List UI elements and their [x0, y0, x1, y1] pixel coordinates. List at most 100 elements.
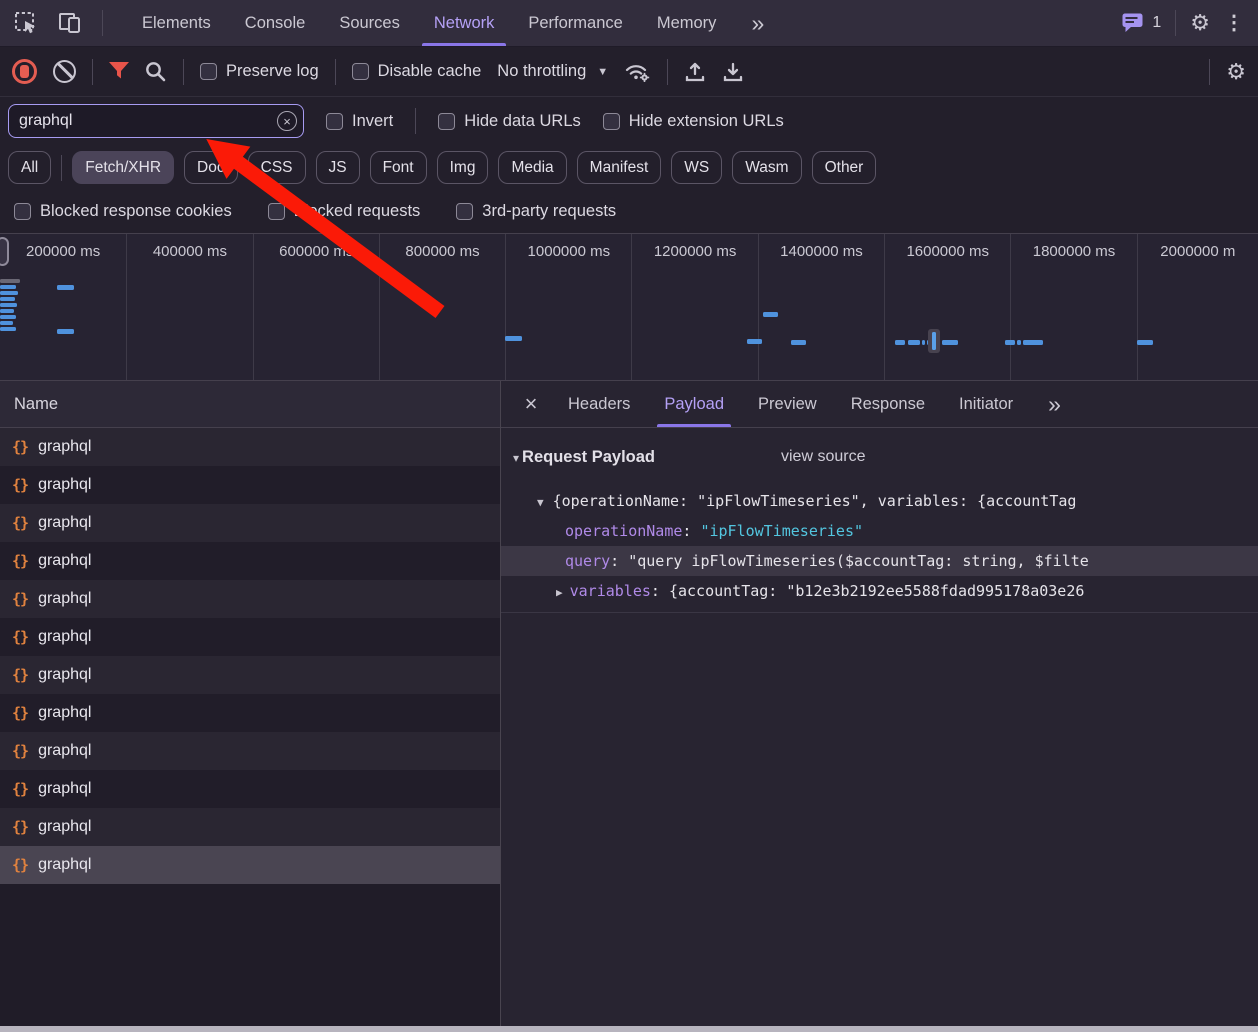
- more-panels-icon[interactable]: »: [733, 11, 782, 35]
- request-row[interactable]: {} graphql: [0, 428, 500, 466]
- json-braces-icon: {}: [12, 856, 29, 874]
- filter-chip-all[interactable]: All: [8, 151, 52, 184]
- timeline-overview[interactable]: 200000 ms 400000 ms 600000 ms 800000 ms …: [0, 234, 1258, 381]
- filter-toggle-button[interactable]: [109, 62, 129, 81]
- tab-performance[interactable]: Performance: [511, 0, 639, 46]
- request-row[interactable]: {} graphql: [0, 846, 500, 884]
- timeline-tick-label: 2000000 m: [1160, 243, 1236, 260]
- checkbox[interactable]: [267, 203, 285, 220]
- request-name: graphql: [38, 552, 92, 569]
- clear-network-log-button[interactable]: [53, 60, 76, 83]
- chip-label: Font: [382, 158, 414, 176]
- payload-line-variables[interactable]: ▶ variables: {accountTag: "b12e3b2192ee55…: [501, 576, 1258, 606]
- chip-label: JS: [328, 158, 347, 176]
- detail-tab-preview[interactable]: Preview: [741, 381, 834, 427]
- tab-network[interactable]: Network: [417, 0, 512, 46]
- checkbox-label: Blocked requests: [293, 202, 421, 220]
- filter-input[interactable]: [8, 104, 304, 138]
- overview-grip[interactable]: [0, 237, 9, 266]
- json-braces-icon: {}: [12, 438, 29, 456]
- detail-tab-payload[interactable]: Payload: [647, 381, 741, 427]
- throttling-select[interactable]: No throttling ▼: [497, 62, 608, 81]
- name-column-header[interactable]: Name: [0, 381, 500, 428]
- chip-list: Fetch/XHR Doc CSS JS Font Img Media Mani…: [72, 151, 877, 184]
- more-details-tabs-icon[interactable]: »: [1030, 392, 1079, 416]
- export-har-button[interactable]: [722, 61, 744, 83]
- filter-chip-other[interactable]: Other: [811, 151, 877, 184]
- hide-data-urls-checkbox[interactable]: [438, 112, 456, 130]
- filter-chip-css[interactable]: CSS: [247, 151, 306, 184]
- timeline-column: 1200000 ms: [631, 234, 757, 380]
- json-braces-icon: {}: [12, 666, 29, 684]
- network-conditions-button[interactable]: [624, 60, 651, 83]
- detail-tab-headers[interactable]: Headers: [551, 381, 647, 427]
- request-row[interactable]: {} graphql: [0, 580, 500, 618]
- request-timing-bar: [0, 309, 14, 313]
- hide-data-urls-toggle[interactable]: Hide data URLs: [438, 112, 581, 131]
- divider: [334, 58, 336, 85]
- checkbox-3rd-party-requests[interactable]: 3rd-party requests: [456, 202, 616, 221]
- json-braces-icon: {}: [12, 590, 29, 608]
- detail-tab-initiator[interactable]: Initiator: [942, 381, 1030, 427]
- detail-tab-response[interactable]: Response: [834, 381, 942, 427]
- checkbox[interactable]: [456, 203, 474, 220]
- request-row[interactable]: {} graphql: [0, 504, 500, 542]
- record-network-log-button[interactable]: [12, 59, 37, 84]
- request-row[interactable]: {} graphql: [0, 732, 500, 770]
- tab-console[interactable]: Console: [228, 0, 323, 46]
- request-row[interactable]: {} graphql: [0, 466, 500, 504]
- request-row[interactable]: {} graphql: [0, 808, 500, 846]
- tree-collapsed-icon[interactable]: ▶: [556, 586, 563, 599]
- checkbox-label: Blocked response cookies: [40, 202, 232, 220]
- checkbox-blocked-requests[interactable]: Blocked requests: [267, 202, 421, 221]
- request-row[interactable]: {} graphql: [0, 656, 500, 694]
- timeline-tick-label: 1400000 ms: [780, 243, 863, 260]
- payload-line-query[interactable]: query: "query ipFlowTimeseries($accountT…: [501, 546, 1258, 576]
- preserve-log-toggle[interactable]: Preserve log: [200, 62, 319, 81]
- filter-chip-fetch-xhr[interactable]: Fetch/XHR: [72, 151, 175, 184]
- request-row[interactable]: {} graphql: [0, 694, 500, 732]
- checkbox[interactable]: [14, 203, 31, 220]
- tab-sources[interactable]: Sources: [322, 0, 417, 46]
- issues-message-icon[interactable]: [1122, 13, 1144, 33]
- request-name: graphql: [38, 590, 92, 607]
- filter-chip-manifest[interactable]: Manifest: [576, 151, 662, 184]
- tab-elements[interactable]: Elements: [125, 0, 228, 46]
- import-har-button[interactable]: [684, 61, 706, 83]
- close-details-icon[interactable]: ×: [511, 393, 551, 415]
- settings-gear-icon[interactable]: ⚙: [1190, 12, 1210, 34]
- filter-chip-doc[interactable]: Doc: [184, 151, 238, 184]
- hide-extension-urls-checkbox[interactable]: [602, 112, 620, 130]
- tab-memory[interactable]: Memory: [640, 0, 734, 46]
- checkbox-label: 3rd-party requests: [482, 202, 617, 220]
- invert-toggle[interactable]: Invert: [326, 112, 393, 131]
- request-row[interactable]: {} graphql: [0, 542, 500, 580]
- filter-chip-font[interactable]: Font: [369, 151, 427, 184]
- filter-chip-ws[interactable]: WS: [671, 151, 723, 184]
- disable-cache-checkbox[interactable]: [351, 63, 369, 80]
- more-options-icon[interactable]: ⋮: [1224, 13, 1244, 33]
- hide-extension-urls-toggle[interactable]: Hide extension URLs: [602, 112, 784, 131]
- tree-expanded-icon[interactable]: ▼: [537, 496, 544, 509]
- clear-filter-icon[interactable]: ×: [277, 111, 297, 131]
- filter-chip-media[interactable]: Media: [498, 151, 567, 184]
- invert-checkbox[interactable]: [326, 112, 343, 130]
- request-row[interactable]: {} graphql: [0, 618, 500, 656]
- collapse-triangle-icon[interactable]: ▾: [513, 443, 519, 473]
- filter-chip-img[interactable]: Img: [436, 151, 489, 184]
- request-row[interactable]: {} graphql: [0, 770, 500, 808]
- network-settings-gear-icon[interactable]: ⚙: [1226, 60, 1246, 83]
- request-timing-bar: [0, 291, 18, 295]
- inspect-element-icon[interactable]: [14, 11, 38, 35]
- view-source-link[interactable]: view source: [781, 442, 865, 472]
- filter-chip-wasm[interactable]: Wasm: [732, 151, 802, 184]
- filter-chip-js[interactable]: JS: [315, 151, 360, 184]
- device-toolbar-icon[interactable]: [58, 12, 82, 34]
- payload-line-operation-name[interactable]: operationName: "ipFlowTimeseries": [501, 516, 1258, 546]
- preserve-log-checkbox[interactable]: [200, 63, 217, 80]
- checkbox-blocked-response-cookies[interactable]: Blocked response cookies: [14, 202, 232, 221]
- search-button[interactable]: [145, 61, 167, 83]
- disable-cache-toggle[interactable]: Disable cache: [351, 62, 481, 81]
- payload-root-line[interactable]: ▼ {operationName: "ipFlowTimeseries", var…: [501, 486, 1258, 516]
- request-timing-bar: [0, 297, 15, 301]
